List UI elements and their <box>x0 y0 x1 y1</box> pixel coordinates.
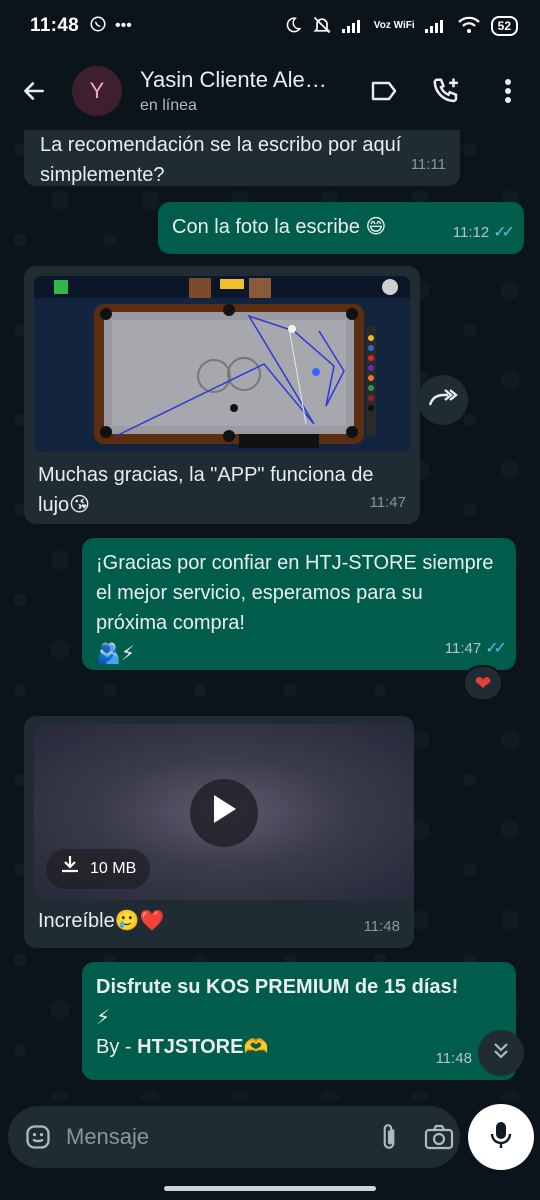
status-bar: 11:48 ••• Voz WiFi 52 <box>0 0 540 52</box>
camera-icon[interactable] <box>424 1120 454 1154</box>
whatsapp-icon <box>89 15 107 38</box>
chevrons-down-icon <box>490 1040 512 1067</box>
attach-icon[interactable] <box>376 1120 402 1154</box>
video-thumbnail[interactable]: 10 MB <box>34 724 414 900</box>
download-icon <box>60 854 80 885</box>
gesture-bar <box>164 1186 376 1191</box>
message-outgoing[interactable]: ¡Gracias por confiar en HTJ-STORE siempr… <box>82 538 516 670</box>
avatar[interactable]: Y <box>72 66 122 116</box>
message-meta: 11:47 ✓✓ <box>444 634 507 664</box>
message-outgoing[interactable]: Disfrute su KOS PREMIUM de 15 días! ⚡ By… <box>82 962 516 1080</box>
message-field[interactable] <box>8 1106 460 1168</box>
message-incoming-image[interactable]: Muchas gracias, la "APP" funciona de luj… <box>24 266 420 524</box>
message-text: La recomendación se la escribo por aquí … <box>40 134 402 186</box>
message-title: Disfrute su KOS PREMIUM de 15 días! <box>96 976 459 998</box>
message-meta: 11:12 ✓✓ <box>452 218 515 248</box>
message-emoji-line: ⚡ <box>96 1005 111 1029</box>
back-arrow-icon[interactable] <box>16 73 52 109</box>
message-text: Increíble🥲❤️ <box>38 910 165 932</box>
wifi-icon <box>457 16 481 37</box>
moon-icon <box>284 16 302 37</box>
add-call-icon[interactable] <box>430 75 462 107</box>
download-button[interactable]: 10 MB <box>46 849 151 889</box>
forward-button[interactable] <box>418 375 468 425</box>
message-outgoing[interactable]: Con la foto la escribe 😄 11:12 ✓✓ <box>158 202 524 254</box>
chat-header: Y Yasin Cliente Ale… en línea <box>0 52 540 130</box>
message-incoming[interactable]: La recomendación se la escribo por aquí … <box>24 130 460 186</box>
message-text: Muchas gracias, la "APP" funciona de luj… <box>38 464 374 516</box>
contact-name: Yasin Cliente Ale… <box>140 67 327 92</box>
game-screenshot[interactable] <box>34 276 410 452</box>
reaction-badge[interactable]: ❤ <box>463 665 503 701</box>
message-time: 11:47 <box>369 494 406 511</box>
mic-icon <box>489 1120 513 1155</box>
message-time: 11:11 <box>410 156 446 173</box>
message-time: 11:48 <box>363 918 400 935</box>
read-ticks-icon: ✓✓ <box>493 224 515 241</box>
message-time: 11:47 <box>444 640 482 657</box>
message-time: 11:12 <box>452 224 490 241</box>
mic-button[interactable] <box>468 1104 534 1170</box>
message-text: ¡Gracias por confiar en HTJ-STORE siempr… <box>96 552 494 634</box>
message-meta: 11:11 <box>411 150 446 180</box>
chat-area[interactable]: La recomendación se la escribo por aquí … <box>0 130 540 1100</box>
voz-wifi-indicator: Voz WiFi <box>373 20 415 31</box>
status-time: 11:48 <box>30 15 80 36</box>
signal-icon <box>424 17 447 36</box>
battery-indicator: 52 <box>490 16 518 36</box>
message-emoji-line: 🫂⚡ <box>96 641 135 665</box>
forward-icon <box>428 387 458 414</box>
muted-icon <box>312 15 332 38</box>
message-meta: 11:47 <box>370 488 406 518</box>
menu-icon[interactable] <box>492 75 524 107</box>
video-size: 10 MB <box>90 860 137 877</box>
emoji-icon[interactable] <box>24 1122 52 1152</box>
message-incoming-video[interactable]: 10 MB Increíble🥲❤️ 11:48 <box>24 716 414 948</box>
contact-status: en línea <box>140 97 197 114</box>
message-meta: 11:48 <box>436 1044 472 1074</box>
play-icon <box>210 793 238 834</box>
more-icon: ••• <box>115 17 132 34</box>
contact-info[interactable]: Yasin Cliente Ale… en línea <box>140 67 368 115</box>
signal-icon <box>341 17 364 36</box>
label-icon[interactable] <box>368 75 400 107</box>
input-bar <box>0 1100 540 1200</box>
scroll-to-bottom-button[interactable] <box>478 1030 524 1076</box>
message-input[interactable] <box>66 1124 354 1150</box>
message-meta: 11:48 <box>364 912 400 942</box>
read-ticks-icon: ✓✓ <box>485 640 507 657</box>
message-time: 11:48 <box>435 1050 472 1067</box>
play-button[interactable] <box>190 779 258 847</box>
